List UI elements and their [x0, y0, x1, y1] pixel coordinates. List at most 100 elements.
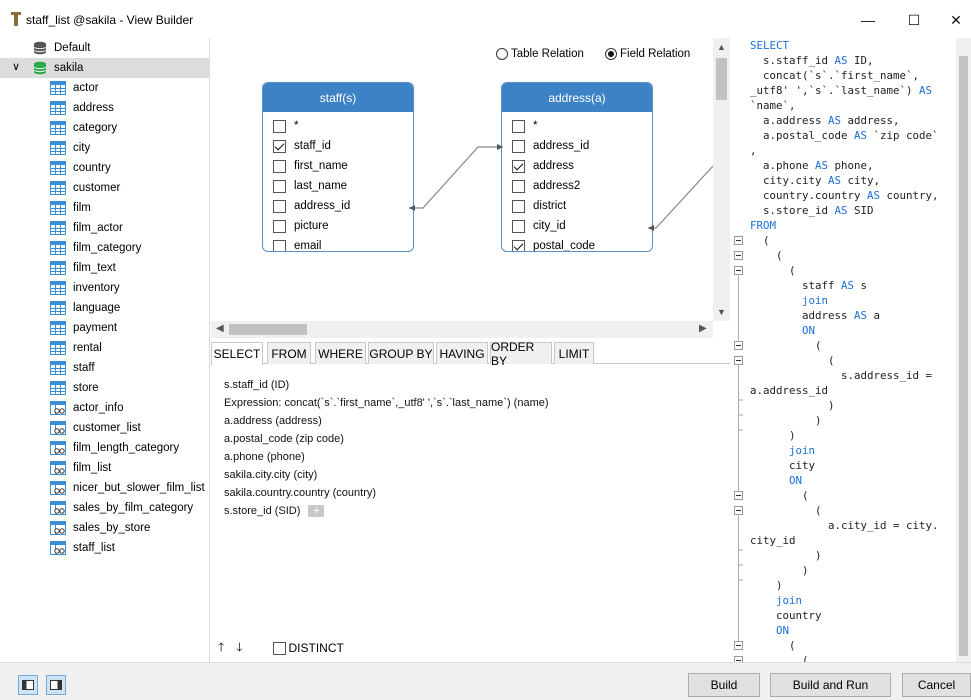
- minimize-button[interactable]: —: [845, 6, 891, 34]
- tree-item-actor_info[interactable]: actor_info: [0, 398, 210, 418]
- view-icon: [50, 541, 66, 555]
- table-icon: [50, 301, 66, 315]
- view-icon: [50, 461, 66, 475]
- cancel-button[interactable]: Cancel: [902, 673, 971, 697]
- toggle-sql-preview-button[interactable]: [46, 675, 66, 695]
- app-icon: [11, 12, 21, 26]
- tree-item-payment[interactable]: payment: [0, 318, 210, 338]
- table-icon: [50, 221, 66, 235]
- window-title: staff_list @sakila - View Builder: [26, 13, 194, 27]
- select-field-item[interactable]: sakila.country.country (country): [224, 484, 724, 502]
- tree-item-film[interactable]: film: [0, 198, 210, 218]
- tree-item-inventory[interactable]: inventory: [0, 278, 210, 298]
- toggle-object-tree-button[interactable]: [18, 675, 38, 695]
- select-field-text: a.postal_code (zip code): [224, 433, 344, 445]
- sql-vertical-scrollbar[interactable]: [956, 38, 971, 662]
- table-icon: [50, 101, 66, 115]
- select-field-item[interactable]: a.address (address): [224, 412, 724, 430]
- tree-item-language[interactable]: language: [0, 298, 210, 318]
- tree-item-label: inventory: [73, 282, 120, 294]
- tab-limit[interactable]: LIMIT: [554, 342, 594, 364]
- scroll-left-icon[interactable]: ◀: [216, 323, 224, 334]
- close-button[interactable]: ✕: [933, 6, 971, 34]
- tree-item-city[interactable]: city: [0, 138, 210, 158]
- tree-item-nicer_but_slower_film_list[interactable]: nicer_but_slower_film_list: [0, 478, 210, 498]
- view-icon: [50, 401, 66, 415]
- panel-right-icon: [50, 680, 62, 690]
- tree-item-staff_list[interactable]: staff_list: [0, 538, 210, 558]
- tree-item-label: sakila: [54, 62, 84, 74]
- select-controls: 🡑 🡓 DISTINCT: [218, 639, 344, 657]
- code-folding-gutter: [734, 236, 743, 662]
- diagram-canvas[interactable]: Table Relation Field Relation staff(s) *…: [211, 38, 713, 321]
- tree-item-actor[interactable]: actor: [0, 78, 210, 98]
- relation-lines: [409, 144, 713, 231]
- select-field-text: a.address (address): [224, 415, 322, 427]
- tree-item-sales_by_film_category[interactable]: sales_by_film_category: [0, 498, 210, 518]
- tab-select[interactable]: SELECT: [211, 342, 263, 365]
- view-icon: [50, 421, 66, 435]
- select-field-item[interactable]: a.phone (phone): [224, 448, 724, 466]
- scroll-right-icon[interactable]: ▶: [699, 323, 707, 334]
- select-field-text: s.store_id (SID): [224, 505, 301, 517]
- tree-item-label: actor: [73, 82, 99, 94]
- sql-preview[interactable]: SELECT s.staff_id AS ID, concat(`s`.`fir…: [731, 38, 956, 662]
- build-button[interactable]: Build: [688, 673, 760, 697]
- tree-item-label: rental: [73, 342, 102, 354]
- tree-item-film_actor[interactable]: film_actor: [0, 218, 210, 238]
- tree-item-staff[interactable]: staff: [0, 358, 210, 378]
- build-and-run-button[interactable]: Build and Run: [770, 673, 891, 697]
- scroll-thumb[interactable]: [229, 324, 307, 335]
- tree-item-label: payment: [73, 322, 118, 334]
- tree-item-label: customer: [73, 182, 121, 194]
- tree-item-store[interactable]: store: [0, 378, 210, 398]
- add-field-button[interactable]: +: [308, 505, 325, 517]
- tree-item-customer_list[interactable]: customer_list: [0, 418, 210, 438]
- canvas-horizontal-scrollbar[interactable]: ◀ ▶: [211, 321, 713, 338]
- sql-code[interactable]: SELECT s.staff_id AS ID, concat(`s`.`fir…: [750, 38, 939, 662]
- tab-having[interactable]: HAVING: [436, 342, 488, 364]
- tree-item-film_list[interactable]: film_list: [0, 458, 210, 478]
- move-down-icon[interactable]: 🡓: [236, 638, 242, 659]
- tree-database-Default[interactable]: Default: [0, 38, 210, 58]
- tree-item-label: film_actor: [73, 222, 123, 234]
- tab-where[interactable]: WHERE: [315, 342, 366, 364]
- select-field-text: a.phone (phone): [224, 451, 305, 463]
- move-up-icon[interactable]: 🡑: [218, 638, 224, 659]
- tree-item-label: nicer_but_slower_film_list: [73, 482, 205, 494]
- tab-from[interactable]: FROM: [267, 342, 311, 364]
- scroll-up-icon[interactable]: ▲: [717, 42, 726, 52]
- tree-item-customer[interactable]: customer: [0, 178, 210, 198]
- tree-item-rental[interactable]: rental: [0, 338, 210, 358]
- distinct-checkbox[interactable]: [272, 641, 286, 655]
- database-green-icon: [33, 61, 47, 75]
- maximize-button[interactable]: ☐: [891, 6, 937, 34]
- select-field-item[interactable]: s.staff_id (ID): [224, 376, 724, 394]
- scroll-thumb[interactable]: [716, 58, 727, 100]
- tree-item-address[interactable]: address: [0, 98, 210, 118]
- tab-order-by[interactable]: ORDER BY: [490, 340, 552, 368]
- tree-item-country[interactable]: country: [0, 158, 210, 178]
- scroll-down-icon[interactable]: ▼: [717, 307, 726, 317]
- database-gray-icon: [33, 41, 47, 55]
- tree-item-film_category[interactable]: film_category: [0, 238, 210, 258]
- table-icon: [50, 341, 66, 355]
- tree-item-label: actor_info: [73, 402, 124, 414]
- distinct-label: DISTINCT: [288, 641, 344, 655]
- tab-group-by[interactable]: GROUP BY: [368, 342, 434, 364]
- select-field-item[interactable]: a.postal_code (zip code): [224, 430, 724, 448]
- select-field-item[interactable]: Expression: concat(`s`.`first_name`,_utf…: [224, 394, 724, 412]
- select-field-text: s.staff_id (ID): [224, 379, 290, 391]
- select-field-item[interactable]: sakila.city.city (city): [224, 466, 724, 484]
- tree-item-film_length_category[interactable]: film_length_category: [0, 438, 210, 458]
- tree-item-sales_by_store[interactable]: sales_by_store: [0, 518, 210, 538]
- expand-chevron-icon[interactable]: ∨: [12, 60, 20, 73]
- scroll-thumb[interactable]: [959, 56, 968, 656]
- select-field-item[interactable]: s.store_id (SID) +: [224, 502, 724, 520]
- tree-item-category[interactable]: category: [0, 118, 210, 138]
- tree-item-film_text[interactable]: film_text: [0, 258, 210, 278]
- footer-bar: Build Build and Run Cancel: [0, 662, 971, 700]
- tree-database-sakila[interactable]: ∨ sakila: [0, 58, 210, 78]
- canvas-vertical-scrollbar[interactable]: ▲ ▼: [713, 38, 730, 321]
- tree-item-label: country: [73, 162, 111, 174]
